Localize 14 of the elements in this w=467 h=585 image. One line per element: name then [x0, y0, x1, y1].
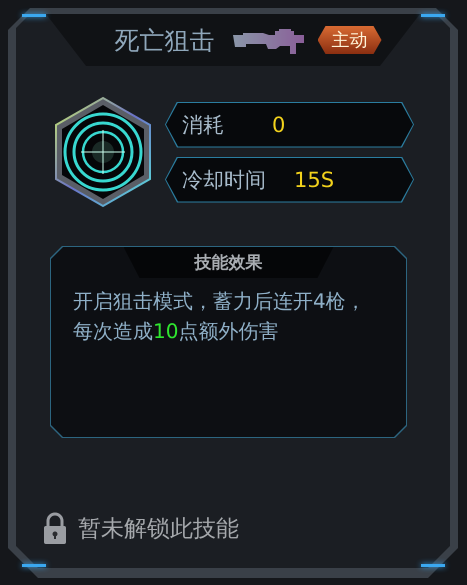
stat-value: 15S [294, 168, 334, 192]
corner-glow [421, 564, 445, 567]
effect-description: 开启狙击模式，蓄力后连开4枪，每次造成10点额外伤害 [72, 288, 367, 345]
corner-glow [22, 564, 46, 567]
lock-message: 暂未解锁此技能 [78, 514, 239, 544]
corner-glow [421, 14, 445, 17]
stat-label: 消耗 [182, 112, 225, 138]
effect-heading: 技能效果 [194, 252, 262, 274]
stat-value: 0 [272, 112, 286, 136]
skill-type-tag: 主动 [318, 26, 382, 54]
stat-label: 冷却时间 [182, 166, 267, 194]
corner-glow [22, 14, 46, 17]
skill-title: 死亡狙击 [114, 24, 214, 56]
crosshair-icon [53, 96, 153, 208]
